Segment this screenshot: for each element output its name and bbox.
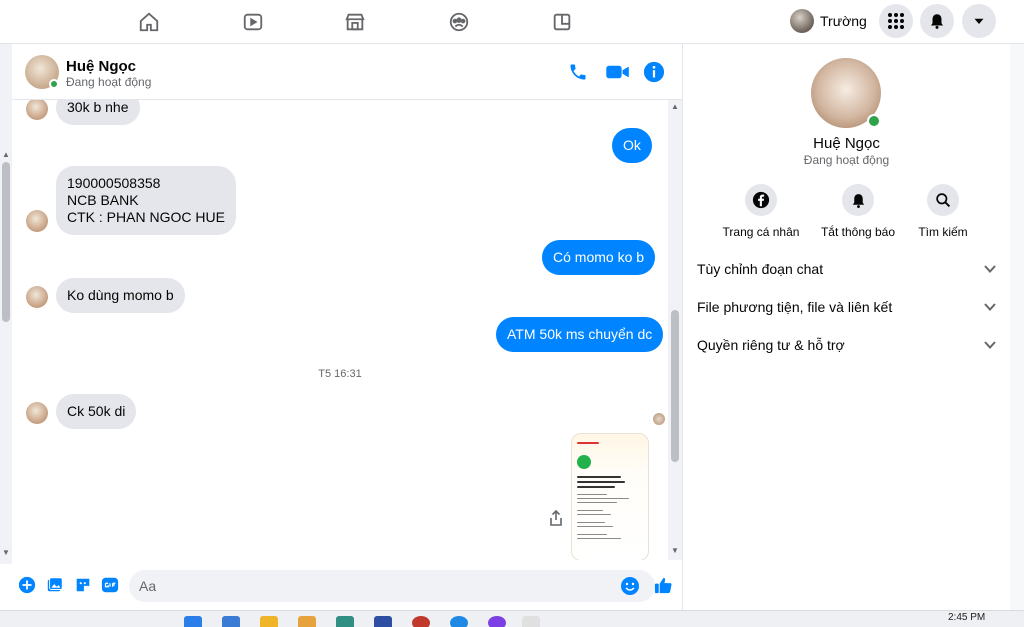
scroll-up-arrow-icon[interactable]: ▲ bbox=[2, 150, 10, 159]
message-composer bbox=[12, 560, 682, 610]
emoji-icon[interactable] bbox=[620, 576, 640, 596]
message-outgoing[interactable]: ATM 50k ms chuyển dc bbox=[496, 317, 664, 352]
action-label: Trang cá nhân bbox=[722, 225, 800, 239]
message-incoming[interactable]: 30k b nhe bbox=[56, 100, 140, 125]
contact-message-avatar bbox=[26, 210, 48, 232]
message-incoming[interactable]: Ko dùng momo b bbox=[56, 278, 185, 313]
search-action[interactable]: Tìm kiếm bbox=[898, 184, 988, 239]
message-scrollbar[interactable]: ▲ ▼ bbox=[668, 100, 682, 560]
facebook-icon bbox=[745, 184, 777, 216]
seen-indicator-avatar bbox=[653, 413, 665, 425]
marketplace-icon[interactable] bbox=[341, 8, 369, 36]
home-icon[interactable] bbox=[135, 8, 163, 36]
contact-message-avatar bbox=[26, 100, 48, 120]
search-icon bbox=[927, 184, 959, 216]
start-icon[interactable] bbox=[184, 616, 202, 627]
taskbar-app-icon[interactable] bbox=[488, 616, 506, 627]
chat-header: Huệ Ngọc Đang hoạt động bbox=[12, 44, 682, 100]
caret-down-icon bbox=[974, 18, 984, 24]
plus-circle-icon[interactable] bbox=[18, 576, 36, 594]
conversation-info-icon[interactable] bbox=[643, 61, 665, 83]
taskbar-app-icon[interactable] bbox=[374, 616, 392, 627]
section-customize-chat[interactable]: Tùy chỉnh đoạn chat bbox=[697, 254, 997, 284]
gif-icon[interactable] bbox=[100, 576, 120, 594]
action-label: Tìm kiếm bbox=[918, 225, 968, 239]
photo-icon[interactable] bbox=[46, 576, 64, 594]
message-incoming[interactable]: Ck 50k di bbox=[56, 394, 137, 429]
menu-grid-button[interactable] bbox=[879, 4, 913, 38]
gaming-icon[interactable] bbox=[548, 8, 576, 36]
section-privacy-support[interactable]: Quyền riêng tư & hỗ trợ bbox=[697, 330, 997, 360]
message-line: 190000508358 bbox=[67, 175, 161, 191]
contact-name[interactable]: Huệ Ngọc bbox=[66, 58, 136, 75]
message-list[interactable]: 30k b nhe Ok 190000508358 NCB BANK CTK :… bbox=[12, 100, 668, 560]
video-call-icon[interactable] bbox=[604, 61, 632, 83]
transfer-receipt-image[interactable] bbox=[571, 433, 649, 560]
message-timestamp: T5 16:31 bbox=[318, 368, 362, 380]
folder-icon[interactable] bbox=[260, 616, 278, 627]
section-label: File phương tiện, file và liên kết bbox=[697, 299, 893, 315]
user-name: Trường bbox=[820, 13, 867, 29]
online-indicator bbox=[867, 114, 881, 128]
message-line: NCB BANK bbox=[67, 192, 139, 208]
profile-chip[interactable]: Trường bbox=[786, 6, 875, 36]
share-icon[interactable] bbox=[549, 510, 563, 526]
chevron-down-icon bbox=[984, 303, 996, 311]
taskbar-app-icon[interactable] bbox=[522, 616, 540, 627]
section-label: Tùy chỉnh đoạn chat bbox=[697, 261, 824, 277]
contact-status: Đang hoạt động bbox=[66, 75, 152, 89]
sticker-icon[interactable] bbox=[74, 576, 92, 594]
watch-video-icon[interactable] bbox=[239, 8, 267, 36]
chevron-down-icon bbox=[984, 341, 996, 349]
scroll-thumb[interactable] bbox=[671, 310, 679, 462]
message-line: CTK : PHAN NGOC HUE bbox=[67, 209, 225, 225]
profile-action[interactable]: Trang cá nhân bbox=[716, 184, 806, 239]
conversation-info-panel: Huệ Ngọc Đang hoạt động Trang cá nhân Tắ… bbox=[683, 44, 1010, 610]
taskbar-app-icon[interactable] bbox=[412, 616, 430, 627]
scroll-up-arrow-icon[interactable]: ▲ bbox=[671, 102, 679, 111]
thumbs-up-icon[interactable] bbox=[653, 576, 673, 594]
panel-contact-status: Đang hoạt động bbox=[803, 153, 890, 167]
contact-message-avatar bbox=[26, 286, 48, 308]
panel-scrollbar[interactable] bbox=[1010, 44, 1024, 610]
mute-notifications-action[interactable]: Tắt thông báo bbox=[813, 184, 903, 239]
bell-icon bbox=[931, 14, 943, 29]
taskbar-app-icon[interactable] bbox=[222, 616, 240, 627]
taskbar-app-icon[interactable] bbox=[336, 616, 354, 627]
account-menu-button[interactable] bbox=[962, 4, 996, 38]
bell-icon bbox=[842, 184, 874, 216]
message-outgoing[interactable]: Ok bbox=[612, 128, 652, 163]
action-label: Tắt thông báo bbox=[820, 225, 896, 239]
section-media-files-links[interactable]: File phương tiện, file và liên kết bbox=[697, 292, 997, 322]
grid-icon bbox=[888, 13, 904, 29]
page-scrollbar[interactable]: ▲ ▼ bbox=[0, 44, 12, 564]
scroll-down-arrow-icon[interactable]: ▼ bbox=[2, 548, 10, 557]
scroll-down-arrow-icon[interactable]: ▼ bbox=[671, 546, 679, 555]
success-check-icon bbox=[577, 455, 591, 469]
windows-taskbar: 2:45 PM bbox=[0, 610, 1024, 627]
taskbar-app-icon[interactable] bbox=[298, 616, 316, 627]
online-indicator bbox=[49, 79, 59, 89]
panel-contact-name: Huệ Ngọc bbox=[813, 135, 880, 152]
scroll-thumb[interactable] bbox=[2, 162, 10, 322]
message-input[interactable] bbox=[129, 570, 655, 602]
voice-call-icon[interactable] bbox=[567, 61, 589, 83]
chevron-down-icon bbox=[984, 265, 996, 273]
top-navigation-bar: Trường bbox=[0, 0, 1024, 44]
section-label: Quyền riêng tư & hỗ trợ bbox=[697, 337, 845, 353]
user-avatar bbox=[790, 9, 814, 33]
message-outgoing[interactable]: Có momo ko b bbox=[542, 240, 656, 275]
notifications-button[interactable] bbox=[920, 4, 954, 38]
contact-message-avatar bbox=[26, 402, 48, 424]
message-incoming-multiline[interactable]: 190000508358 NCB BANK CTK : PHAN NGOC HU… bbox=[56, 166, 236, 235]
taskbar-clock: 2:45 PM bbox=[948, 612, 986, 623]
groups-icon[interactable] bbox=[445, 8, 473, 36]
browser-icon[interactable] bbox=[450, 616, 468, 627]
